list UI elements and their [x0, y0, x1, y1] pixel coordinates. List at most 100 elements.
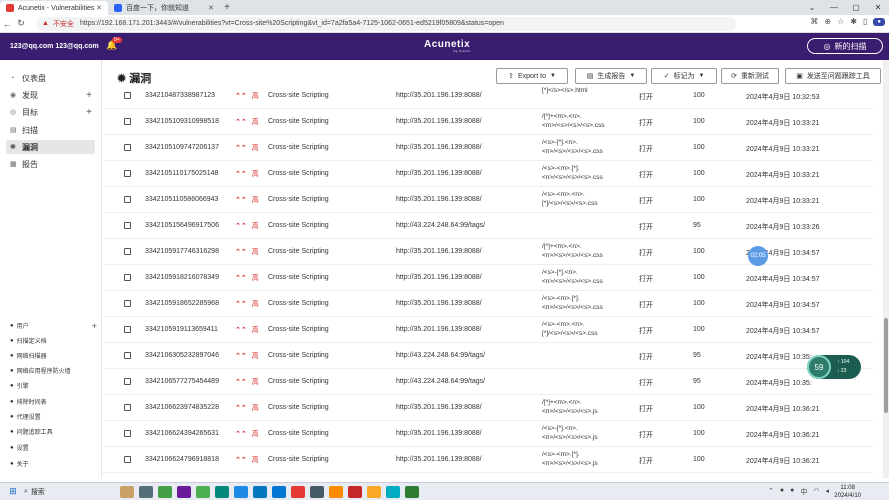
close-tab-icon[interactable]: ✕: [96, 4, 102, 12]
vuln-id[interactable]: 3342105156496917506: [145, 222, 219, 229]
row-checkbox[interactable]: [124, 196, 131, 203]
sidebar-item-scan-profiles[interactable]: ● 扫描定义档: [10, 336, 95, 346]
sidebar-item-about[interactable]: ● 关于: [10, 459, 95, 469]
vuln-name[interactable]: Cross-site Scripting: [268, 196, 329, 203]
sidebar-item-vulnerabilities[interactable]: ✹ 漏洞: [6, 140, 95, 154]
windows-start-icon[interactable]: ⊞: [6, 486, 20, 497]
maximize-icon[interactable]: ▢: [845, 0, 867, 15]
timer-bubble[interactable]: 02:05: [748, 246, 768, 266]
vuln-name[interactable]: Cross-site Scripting: [268, 118, 329, 125]
vuln-id[interactable]: 3342105917746316298: [145, 248, 219, 255]
table-row[interactable]: 3342105110586066943 ⌃⌃ 高 Cross-site Scripti…: [103, 187, 873, 213]
close-window-icon[interactable]: ✕: [867, 0, 889, 15]
row-checkbox[interactable]: [124, 248, 131, 255]
app-icon[interactable]: [215, 486, 229, 498]
vuln-name[interactable]: Cross-site Scripting: [268, 404, 329, 411]
network-gauge-widget[interactable]: 59 ↑ 104 ↓ 23: [807, 355, 861, 379]
app-icon[interactable]: [348, 486, 362, 498]
vuln-id[interactable]: 33421048733898​71​23: [145, 92, 215, 99]
close-tab-icon[interactable]: ✕: [208, 4, 214, 12]
sidebar-item-settings[interactable]: ● 设置: [10, 443, 95, 453]
scrollbar-thumb[interactable]: [884, 318, 888, 413]
user-email[interactable]: 123@qq.com 123@qq.com: [10, 43, 99, 50]
vuln-id[interactable]: 3342105918652285968: [145, 300, 219, 307]
vuln-name[interactable]: Cross-site Scripting: [268, 274, 329, 281]
table-row[interactable]: 3342106623974835228 ⌃⌃ 高 Cross-site Scripti…: [103, 395, 873, 421]
table-row[interactable]: 3342105109747206137 ⌃⌃ 高 Cross-site Scripti…: [103, 135, 873, 161]
add-target-icon[interactable]: +: [86, 107, 92, 118]
vuln-id[interactable]: 3342106624796918818: [145, 456, 219, 463]
vuln-name[interactable]: Cross-site Scripting: [268, 248, 329, 255]
vuln-name[interactable]: Cross-site Scripting: [268, 430, 329, 437]
row-checkbox[interactable]: [124, 222, 131, 229]
app-icon[interactable]: [253, 486, 267, 498]
app-icon[interactable]: [386, 486, 400, 498]
row-checkbox[interactable]: [124, 170, 131, 177]
vuln-name[interactable]: Cross-site Scripting: [268, 92, 329, 99]
vuln-name[interactable]: Cross-site Scripting: [268, 378, 329, 385]
vuln-name[interactable]: Cross-site Scripting: [268, 300, 329, 307]
export-button[interactable]: ⇪ Export to ▼: [496, 68, 568, 84]
vuln-id[interactable]: 3342106624394265631: [145, 430, 219, 437]
vuln-name[interactable]: Cross-site Scripting: [268, 326, 329, 333]
sidebar-item-targets[interactable]: ◎ 目标 +: [0, 105, 100, 119]
table-row[interactable]: 3342105918652285968 ⌃⌃ 高 Cross-site Scripti…: [103, 291, 873, 317]
wifi-icon[interactable]: ◠: [813, 487, 819, 497]
minimize-icon[interactable]: —: [823, 0, 845, 15]
row-checkbox[interactable]: [124, 404, 131, 411]
tab-baidu[interactable]: 百度一下，你就知道 ✕: [108, 1, 220, 15]
task-view-icon[interactable]: [139, 486, 153, 498]
new-tab-icon[interactable]: +: [220, 1, 234, 15]
vuln-id[interactable]: 3342105919113659411: [145, 326, 218, 333]
table-row[interactable]: 3342105110175025148 ⌃⌃ 高 Cross-site Scripti…: [103, 161, 873, 187]
sidebar-item-issue-trackers[interactable]: ● 问题追踪工具: [10, 427, 95, 437]
row-checkbox[interactable]: [124, 456, 131, 463]
vuln-id[interactable]: 3342105918216078349: [145, 274, 219, 281]
sidebar-item-network-scanner[interactable]: ● 网络扫描器: [10, 351, 95, 361]
row-checkbox[interactable]: [124, 300, 131, 307]
bookmark-icon[interactable]: ☆: [837, 17, 844, 26]
send-to-tracker-button[interactable]: ▣ 发送至问题跟踪工具: [785, 68, 881, 84]
vuln-name[interactable]: Cross-site Scripting: [268, 352, 329, 359]
vuln-name[interactable]: Cross-site Scripting: [268, 170, 329, 177]
chevron-up-icon[interactable]: ⌃: [768, 487, 774, 497]
row-checkbox[interactable]: [124, 144, 131, 151]
row-checkbox[interactable]: [124, 326, 131, 333]
sidebar-item-users[interactable]: ● 用户 +: [10, 321, 97, 331]
sidebar-item-dashboard[interactable]: ◔ 仪表盘: [0, 71, 100, 85]
row-checkbox[interactable]: [124, 352, 131, 359]
vuln-id[interactable]: 3342105109310998518: [145, 118, 219, 125]
table-row[interactable]: 3342105109310998518 ⌃⌃ 高 Cross-site Scripti…: [103, 109, 873, 135]
row-checkbox[interactable]: [124, 92, 131, 99]
reload-icon[interactable]: ↻: [14, 18, 28, 29]
wechat-icon[interactable]: [196, 486, 210, 498]
sidebar-icon[interactable]: ▯: [863, 17, 867, 26]
translate-icon[interactable]: ⌘: [810, 17, 818, 26]
row-checkbox[interactable]: [124, 118, 131, 125]
tab-search-icon[interactable]: ⌄: [801, 0, 823, 15]
app-tray-icon[interactable]: ●: [780, 487, 784, 497]
table-row[interactable]: 3342106624796918818 ⌃⌃ 高 Cross-site Scripti…: [103, 447, 873, 473]
app-tray-icon[interactable]: ●: [790, 487, 794, 497]
edge-icon[interactable]: [272, 486, 286, 498]
table-row[interactable]: 3342106624394265631 ⌃⌃ 高 Cross-site Scripti…: [103, 421, 873, 447]
add-user-icon[interactable]: +: [92, 321, 97, 331]
vuln-id[interactable]: 3342106577275454489: [145, 378, 219, 385]
sidebar-item-proxy-settings[interactable]: ● 代理设置: [10, 412, 95, 422]
app-icon[interactable]: [177, 486, 191, 498]
taskbar-search[interactable]: ⌕ 搜索: [24, 487, 114, 497]
row-checkbox[interactable]: [124, 430, 131, 437]
app-icon[interactable]: [310, 486, 324, 498]
table-row[interactable]: 33421048733898​71​23 ⌃⌃ 高 Cross-site Script…: [103, 83, 873, 109]
row-checkbox[interactable]: [124, 378, 131, 385]
taskbar-clock[interactable]: 11:08 2024/4/10: [834, 484, 861, 500]
sidebar-item-excluded-hours[interactable]: ● 排除时间表: [10, 397, 95, 407]
row-checkbox[interactable]: [124, 274, 131, 281]
retest-button[interactable]: ⟳ 重新测试: [721, 68, 779, 84]
zoom-icon[interactable]: ⊕: [824, 17, 831, 26]
new-scan-button[interactable]: ◎ 新的扫描: [807, 38, 883, 54]
tab-acunetix[interactable]: Acunetix - Vulnerabilities ✕: [0, 1, 108, 15]
table-row[interactable]: 3342105156496917506 ⌃⌃ 高 Cross-site Scripti…: [103, 213, 873, 239]
app-icon[interactable]: [329, 486, 343, 498]
scrollbar[interactable]: [883, 60, 889, 478]
